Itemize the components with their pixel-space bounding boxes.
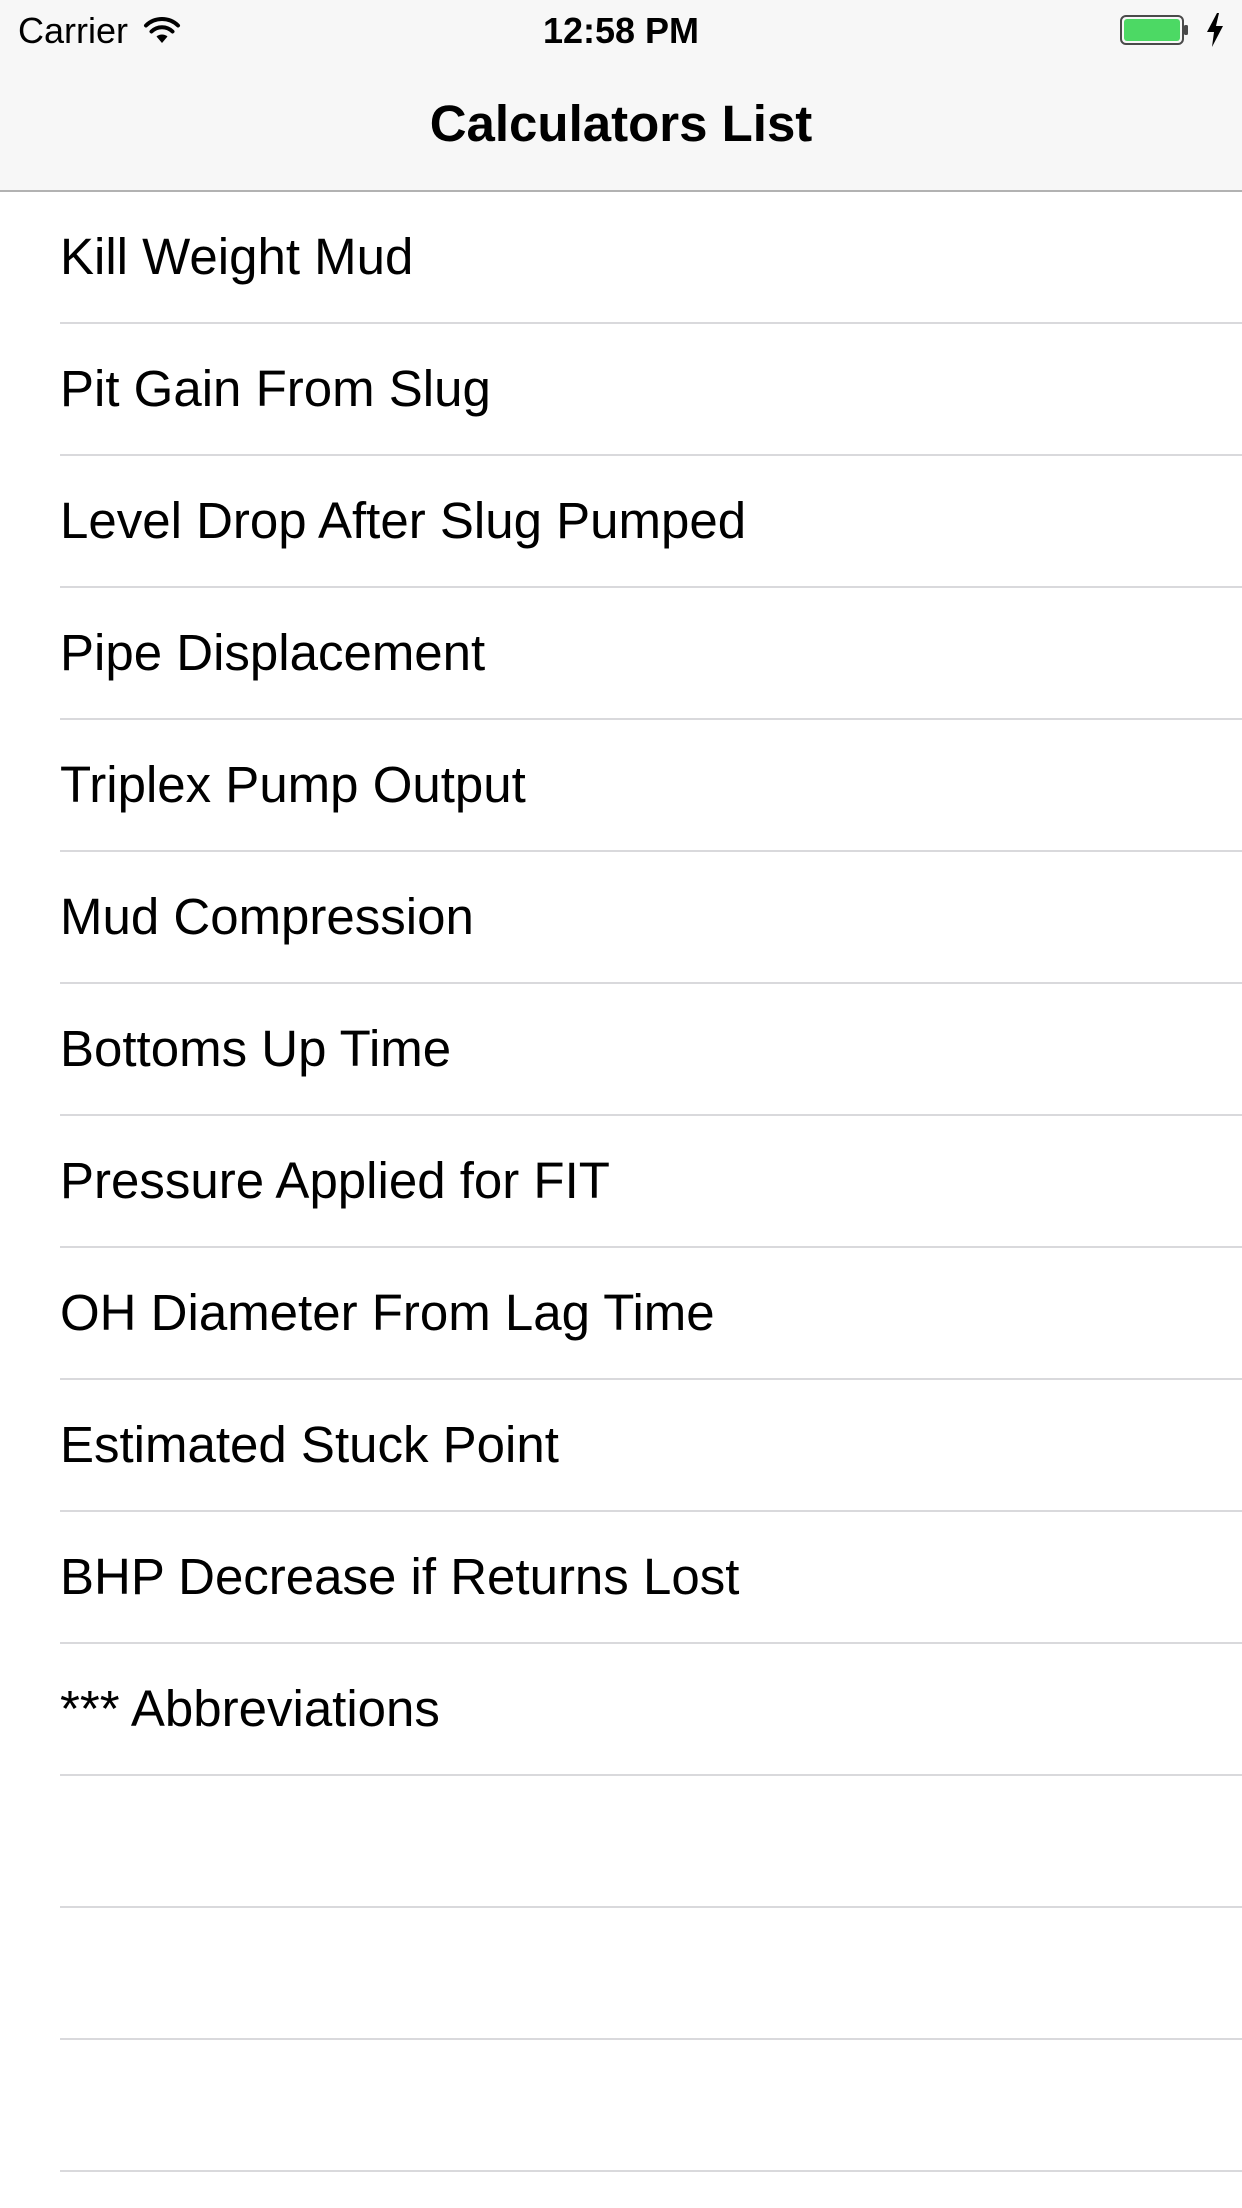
calculators-list: Kill Weight Mud Pit Gain From Slug Level D…	[0, 192, 1242, 2172]
list-item[interactable]: Bottoms Up Time	[0, 984, 1242, 1116]
empty-list-row	[0, 1908, 1242, 2040]
list-item-label: Triplex Pump Output	[60, 756, 526, 813]
list-item-label: BHP Decrease if Returns Lost	[60, 1548, 740, 1605]
list-item[interactable]: Triplex Pump Output	[0, 720, 1242, 852]
list-item-label: Level Drop After Slug Pumped	[60, 492, 747, 549]
list-item[interactable]: Estimated Stuck Point	[0, 1380, 1242, 1512]
navigation-bar: Calculators List	[0, 60, 1242, 192]
list-item-label: *** Abbreviations	[60, 1680, 440, 1737]
empty-list-row	[0, 2040, 1242, 2172]
list-item-label: Pit Gain From Slug	[60, 360, 491, 417]
list-item[interactable]: Kill Weight Mud	[0, 192, 1242, 324]
list-item-label: Estimated Stuck Point	[60, 1416, 559, 1473]
empty-list-row	[0, 1776, 1242, 1908]
list-item-label: Bottoms Up Time	[60, 1020, 452, 1077]
page-title: Calculators List	[429, 95, 813, 152]
list-item[interactable]: BHP Decrease if Returns Lost	[0, 1512, 1242, 1644]
list-item[interactable]: *** Abbreviations	[0, 1644, 1242, 1776]
status-time: 12:58 PM	[542, 10, 700, 51]
charging-bolt-icon	[1207, 13, 1223, 47]
list-item[interactable]: OH Diameter From Lag Time	[0, 1248, 1242, 1380]
battery-icon	[1120, 15, 1188, 45]
list-item[interactable]: Level Drop After Slug Pumped	[0, 456, 1242, 588]
list-item[interactable]: Pipe Displacement	[0, 588, 1242, 720]
list-item-label: Pipe Displacement	[60, 624, 486, 681]
list-item-label: Mud Compression	[60, 888, 474, 945]
list-item-label: OH Diameter From Lag Time	[60, 1284, 715, 1341]
status-bar: Carrier 12:58 PM	[0, 0, 1242, 60]
list-item-label: Kill Weight Mud	[60, 228, 414, 285]
list-item[interactable]: Mud Compression	[0, 852, 1242, 984]
list-item[interactable]: Pit Gain From Slug	[0, 324, 1242, 456]
list-item[interactable]: Pressure Applied for FIT	[0, 1116, 1242, 1248]
list-item-label: Pressure Applied for FIT	[60, 1152, 610, 1209]
